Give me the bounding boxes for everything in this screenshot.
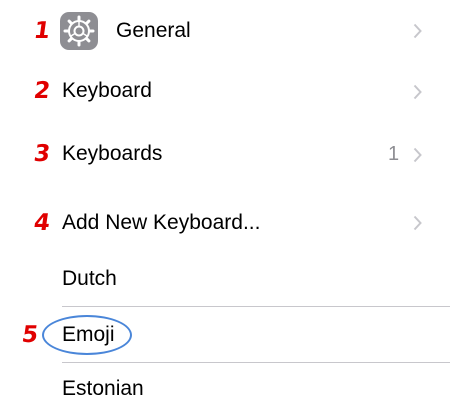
row-separator <box>62 362 450 363</box>
list-item-label: Dutch <box>62 267 117 290</box>
row-label-general: General <box>116 19 191 42</box>
step-number-5: 5 <box>20 322 40 348</box>
settings-gear-icon <box>60 12 98 50</box>
highlight-circle <box>42 315 132 355</box>
step-number-3: 3 <box>32 141 52 167</box>
chevron-right-icon <box>413 84 422 100</box>
row-label-keyboard: Keyboard <box>62 79 152 102</box>
chevron-right-icon <box>413 147 422 163</box>
keyboards-count: 1 <box>388 143 400 165</box>
chevron-right-icon <box>413 23 422 39</box>
row-separator <box>62 306 450 307</box>
step-number-4: 4 <box>32 210 52 236</box>
list-item-label: Estonian <box>62 377 144 400</box>
chevron-right-icon <box>413 215 422 231</box>
step-number-1: 1 <box>32 18 52 44</box>
row-label-keyboards: Keyboards <box>62 142 163 165</box>
step-number-2: 2 <box>32 78 52 104</box>
row-label-add-new-keyboard: Add New Keyboard... <box>62 211 261 234</box>
